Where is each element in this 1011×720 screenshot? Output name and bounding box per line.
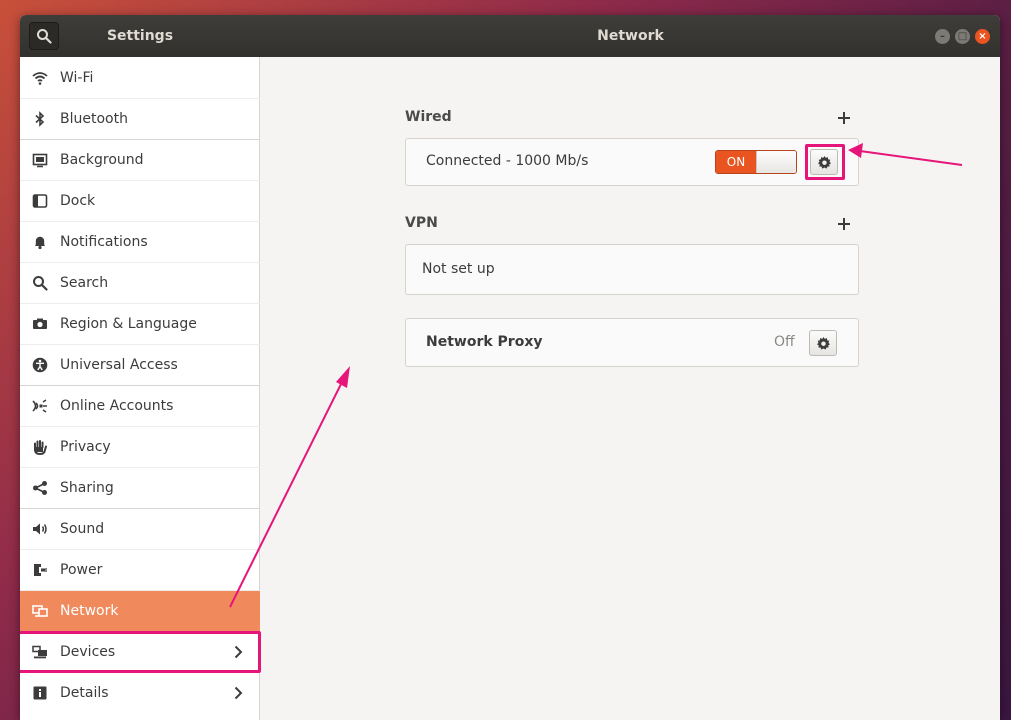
share-icon	[33, 481, 47, 495]
title-bar: Settings Network – □ ×	[20, 15, 1000, 57]
camera-icon	[33, 318, 47, 329]
hand-icon	[34, 440, 47, 455]
network-panel: Wired Connected - 1000 Mb/s ON VPN Not s…	[261, 57, 1000, 720]
vpn-status: Not set up	[422, 261, 495, 277]
switch-knob	[755, 151, 796, 173]
gear-icon	[817, 155, 831, 169]
wired-section-label: Wired	[405, 109, 452, 125]
chevron-right-icon	[234, 686, 243, 700]
sidebar-item-universal-access[interactable]: Universal Access	[20, 344, 260, 385]
sidebar-item-label: Notifications	[60, 234, 148, 250]
close-icon: ×	[978, 31, 987, 42]
sidebar-item-bluetooth[interactable]: Bluetooth	[20, 98, 260, 139]
wifi-icon	[32, 71, 48, 85]
bell-icon	[35, 236, 45, 250]
bluetooth-icon	[35, 111, 45, 127]
search-icon	[33, 276, 48, 291]
sidebar-item-details[interactable]: Details	[20, 672, 260, 713]
info-icon	[33, 686, 47, 700]
sidebar-item-wifi[interactable]: Wi-Fi	[20, 57, 260, 98]
network-proxy-settings-button[interactable]	[809, 330, 837, 356]
power-plug-icon	[34, 564, 47, 576]
sidebar-item-notifications[interactable]: Notifications	[20, 221, 260, 262]
accessibility-icon	[32, 357, 48, 373]
online-accounts-icon	[32, 399, 47, 413]
sidebar: Wi-Fi Bluetooth Background Dock Notifica…	[20, 57, 261, 720]
network-proxy-status: Off	[774, 334, 795, 350]
sidebar-item-sound[interactable]: Sound	[20, 508, 260, 549]
chevron-right-icon	[234, 645, 243, 659]
background-icon	[32, 153, 48, 168]
settings-window: Settings Network – □ × Wi-Fi Bluetooth B…	[20, 15, 1000, 720]
dock-icon	[32, 194, 48, 208]
sidebar-item-online-accounts[interactable]: Online Accounts	[20, 385, 260, 426]
sidebar-item-label: Devices	[60, 644, 116, 660]
vpn-card: Not set up	[405, 244, 859, 295]
sidebar-item-sharing[interactable]: Sharing	[20, 467, 260, 508]
app-title: Settings	[106, 28, 174, 44]
sidebar-item-search[interactable]: Search	[20, 262, 260, 303]
sidebar-item-label: Sharing	[60, 480, 114, 496]
network-proxy-card[interactable]: Network Proxy Off	[405, 318, 859, 367]
sidebar-item-label: Region & Language	[60, 316, 197, 332]
maximize-button[interactable]: □	[955, 29, 970, 44]
sidebar-item-label: Privacy	[60, 439, 111, 455]
minimize-icon: –	[940, 31, 945, 42]
wired-switch[interactable]: ON	[715, 150, 797, 174]
minimize-button[interactable]: –	[935, 29, 950, 44]
sidebar-item-label: Network	[60, 603, 119, 619]
sidebar-item-label: Search	[60, 275, 109, 291]
close-button[interactable]: ×	[975, 29, 990, 44]
sidebar-item-dock[interactable]: Dock	[20, 180, 260, 221]
gear-icon	[816, 336, 830, 350]
sidebar-item-label: Sound	[60, 521, 105, 537]
sidebar-item-devices[interactable]: Devices	[20, 631, 260, 672]
sidebar-item-label: Details	[60, 685, 109, 701]
vpn-section-label: VPN	[405, 215, 438, 231]
sidebar-item-label: Background	[60, 152, 144, 168]
wired-status: Connected - 1000 Mb/s	[426, 153, 589, 169]
add-wired-icon[interactable]	[837, 111, 851, 125]
sidebar-item-label: Power	[60, 562, 103, 578]
wired-connection-card: Connected - 1000 Mb/s ON	[405, 138, 859, 186]
sidebar-item-privacy[interactable]: Privacy	[20, 426, 260, 467]
sidebar-item-label: Wi-Fi	[60, 69, 94, 86]
add-vpn-icon[interactable]	[837, 217, 851, 231]
sidebar-item-region-language[interactable]: Region & Language	[20, 303, 260, 344]
sidebar-item-label: Universal Access	[60, 357, 178, 373]
page-title: Network	[597, 28, 664, 44]
sidebar-item-label: Online Accounts	[60, 398, 174, 414]
speaker-icon	[33, 523, 47, 535]
sidebar-item-label: Bluetooth	[60, 111, 128, 127]
sidebar-item-background[interactable]: Background	[20, 139, 260, 180]
switch-on-label: ON	[716, 151, 756, 173]
sidebar-item-power[interactable]: Power	[20, 549, 260, 590]
maximize-icon: □	[957, 31, 968, 42]
devices-icon	[32, 645, 47, 659]
wired-settings-button[interactable]	[810, 149, 838, 175]
network-proxy-label: Network Proxy	[426, 334, 543, 350]
sidebar-item-label: Dock	[60, 193, 96, 209]
sidebar-item-network[interactable]: Network	[20, 590, 260, 631]
network-icon	[32, 605, 48, 617]
